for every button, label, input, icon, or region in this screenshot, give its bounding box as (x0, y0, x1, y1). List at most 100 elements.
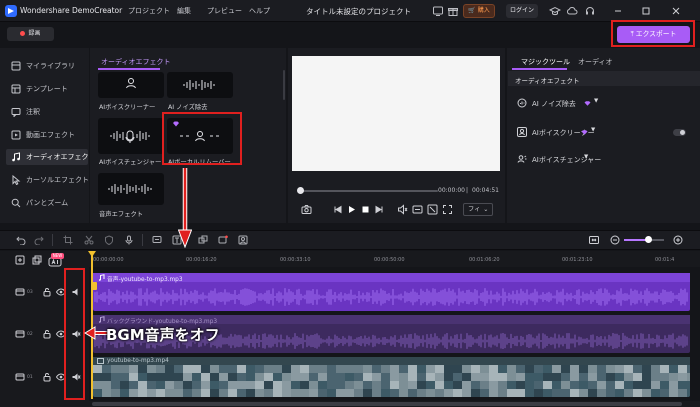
sidebar-item-label: パンとズーム (26, 199, 69, 207)
effect-card-noise-removal[interactable] (167, 72, 233, 98)
playback-scrubber[interactable] (297, 187, 304, 194)
shield-icon[interactable] (104, 235, 114, 245)
close-icon[interactable] (670, 5, 682, 17)
login-button[interactable]: ログイン (506, 4, 538, 18)
upload-icon: ⤒ (630, 30, 634, 38)
fit-select[interactable]: フィ ⌄ (463, 203, 493, 216)
step-back-icon[interactable] (332, 204, 343, 215)
headset-icon[interactable] (584, 5, 596, 17)
stop-icon[interactable] (360, 204, 371, 215)
caption-icon[interactable] (152, 235, 162, 245)
effect-label: AIボイスチェンジャー (99, 159, 162, 166)
track-manager-icon[interactable] (32, 255, 42, 265)
sidebar-item-annotation[interactable]: 注釈 (6, 104, 88, 120)
preview-canvas (292, 56, 500, 171)
sidebar-item-cursor-effect[interactable]: カーソルエフェクト (6, 172, 89, 188)
fit-label: フィ (468, 206, 481, 213)
effect-card-sound-effect[interactable] (98, 173, 164, 205)
lock-icon[interactable] (42, 287, 52, 297)
track-number: 02 (27, 332, 33, 337)
aspect-ratio-icon[interactable] (412, 204, 423, 215)
timeline-scroll-thumb[interactable] (92, 402, 682, 406)
group-icon[interactable] (198, 235, 208, 245)
zoom-in-icon[interactable] (673, 235, 683, 245)
lock-icon[interactable] (42, 372, 52, 382)
ruler-tick: 00:01:06:20 (469, 257, 500, 263)
redo-icon[interactable] (34, 235, 44, 245)
minimize-icon[interactable] (612, 5, 624, 17)
microphone-icon[interactable] (124, 235, 134, 245)
buy-button[interactable]: 🛒 購入 (463, 4, 495, 18)
noise-removal-icon (517, 98, 527, 108)
sidebar-item-audio-effect[interactable]: オーディオエフェクト (6, 149, 96, 165)
new-badge: NEW (51, 253, 64, 259)
clip-name: youtube-to-mp3.mp4 (107, 358, 169, 364)
playhead[interactable] (91, 251, 93, 399)
avatar-icon[interactable] (238, 235, 248, 245)
effect-card-voice-changer[interactable] (98, 118, 164, 154)
menu-project[interactable]: プロジェクト (128, 6, 170, 16)
menu-edit[interactable]: 編集 (177, 6, 191, 16)
sidebar-item-label: オーディオエフェクト (26, 153, 96, 161)
learn-icon[interactable] (549, 5, 561, 17)
menu-preview[interactable]: プレビュー (207, 6, 242, 16)
effect-label: AI ノイズ除去 (168, 104, 208, 111)
clip-header (93, 357, 690, 365)
record-screen-icon[interactable] (218, 235, 228, 245)
chevron-down-icon: ⌄ (483, 206, 489, 213)
template-icon (11, 84, 21, 94)
tab-audio[interactable]: オーディオ (578, 57, 613, 67)
tab-audio-effect[interactable]: オーディオエフェクト (101, 57, 171, 67)
noise-removal-label[interactable]: AI ノイズ除去 (532, 99, 576, 109)
browser-scrollbar[interactable] (283, 70, 285, 100)
zoom-slider-knob[interactable] (645, 236, 652, 243)
toolbar-divider (52, 234, 53, 246)
split-icon[interactable] (84, 235, 94, 245)
effect-card-voice-cleaner[interactable] (98, 72, 164, 98)
record-dot-icon (20, 30, 26, 36)
export-button[interactable]: ⤒ エクスポート (617, 26, 690, 43)
record-label: 録画 (28, 30, 41, 37)
lock-icon[interactable] (42, 329, 52, 339)
record-button[interactable]: 録画 (7, 27, 54, 41)
cloud-icon[interactable] (566, 5, 578, 17)
chevron-down-icon[interactable]: ▼ (584, 154, 588, 160)
fit-timeline-icon[interactable] (589, 235, 599, 245)
gift-icon[interactable] (447, 5, 459, 17)
effect-label: AIボイスクリーナー (99, 104, 156, 111)
cart-icon: 🛒 (468, 7, 476, 14)
total-time: 00:04:51 (472, 187, 499, 194)
voice-changer-label[interactable]: AIボイスチェンジャー (532, 155, 601, 165)
chevron-down-icon[interactable]: ▼ (594, 98, 598, 104)
buy-label: 購入 (477, 7, 490, 14)
premium-gem-icon (581, 130, 588, 135)
chevron-down-icon[interactable]: ▼ (591, 127, 595, 133)
snapshot-icon[interactable] (301, 204, 312, 215)
sidebar-item-label: 動画エフェクト (26, 131, 75, 139)
annotation-arrow-left (84, 326, 108, 340)
undo-icon[interactable] (16, 235, 26, 245)
menu-help[interactable]: ヘルプ (249, 6, 270, 16)
step-forward-icon[interactable] (374, 204, 385, 215)
project-title: タイトル未設定のプロジェクト (306, 7, 411, 16)
screen-icon[interactable] (432, 5, 444, 17)
tab-magic-tool[interactable]: マジックツール (521, 57, 570, 67)
play-icon[interactable] (346, 204, 357, 215)
sidebar-item-template[interactable]: テンプレート (6, 81, 88, 97)
playback-progress-bar[interactable] (298, 190, 438, 192)
video-file-icon (97, 358, 104, 364)
maximize-icon[interactable] (640, 5, 652, 17)
zoom-preview-icon[interactable] (427, 204, 438, 215)
zoom-out-icon[interactable] (610, 235, 620, 245)
volume-icon[interactable] (397, 204, 408, 215)
premium-gem-icon (584, 101, 591, 106)
add-track-icon[interactable] (15, 255, 25, 265)
crop-icon[interactable] (63, 235, 73, 245)
fullscreen-icon[interactable] (442, 204, 453, 215)
sidebar-item-video-effect[interactable]: 動画エフェクト (6, 127, 88, 143)
app-logo-icon (5, 5, 17, 17)
sidebar-item-pan-zoom[interactable]: パンとズーム (6, 195, 88, 211)
sidebar-item-library[interactable]: マイライブラリ (6, 58, 88, 74)
current-time: 00:00:00 (438, 187, 465, 194)
track-number: 01 (27, 375, 33, 380)
